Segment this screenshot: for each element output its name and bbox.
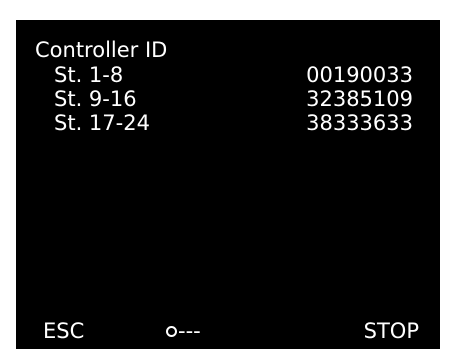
id-row: St. 9-16 32385109 xyxy=(16,87,440,111)
station-range-label: St. 1-8 xyxy=(54,63,124,87)
id-row: St. 1-8 00190033 xyxy=(16,63,440,87)
controller-id-value: 38333633 xyxy=(306,111,413,135)
screen-title: Controller ID xyxy=(35,38,168,62)
device-frame: Controller ID St. 1-8 00190033 St. 9-16 … xyxy=(0,0,455,358)
station-range-label: St. 9-16 xyxy=(54,87,137,111)
controller-id-value: 32385109 xyxy=(306,87,413,111)
status-softkey[interactable]: --- xyxy=(166,319,201,343)
lcd-screen: Controller ID St. 1-8 00190033 St. 9-16 … xyxy=(16,20,440,349)
station-range-label: St. 17-24 xyxy=(54,111,150,135)
circle-icon xyxy=(166,325,177,337)
id-row: St. 17-24 38333633 xyxy=(16,111,440,135)
status-softkey-label: --- xyxy=(178,319,201,343)
esc-softkey[interactable]: ESC xyxy=(43,319,84,343)
stop-softkey[interactable]: STOP xyxy=(364,319,419,343)
controller-id-value: 00190033 xyxy=(306,63,413,87)
